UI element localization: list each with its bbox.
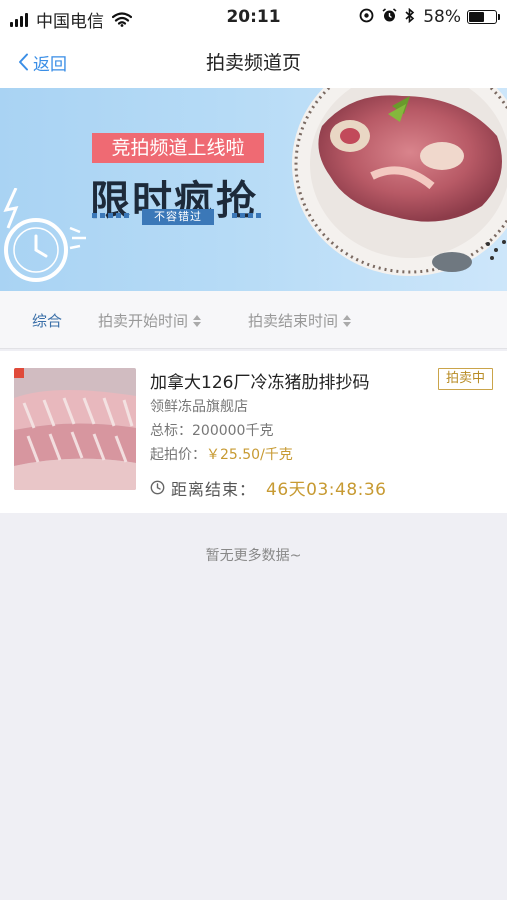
countdown-label: 距离结束： bbox=[171, 479, 257, 499]
alarm-icon bbox=[382, 7, 397, 27]
nav-bar: 返回 拍卖频道页 bbox=[0, 36, 507, 88]
battery-fill bbox=[469, 12, 485, 22]
sort-tab-label: 拍卖开始时间 bbox=[98, 312, 189, 330]
status-bar: 中国电信 20:11 58% bbox=[0, 0, 507, 36]
listing-countdown: 距离结束： 46天03:48:36 bbox=[150, 475, 387, 500]
battery-icon bbox=[467, 10, 500, 24]
countdown-value: 46天03:48:36 bbox=[266, 480, 387, 500]
sort-bar: 综合 拍卖开始时间 拍卖结束时间 bbox=[0, 291, 507, 349]
meat-plate-image bbox=[292, 88, 507, 276]
price-value: ￥25.50/千克 bbox=[206, 447, 293, 463]
listing-title: 加拿大126厂冷冻猪肋排抄码 bbox=[150, 373, 370, 393]
listing-shop: 领鲜冻品旗舰店 bbox=[150, 399, 248, 415]
total-label: 总标： bbox=[150, 423, 192, 439]
banner-dots-right bbox=[232, 213, 264, 218]
total-value: 200000千克 bbox=[192, 423, 274, 439]
listing-total: 总标：200000千克 bbox=[150, 420, 273, 440]
status-badge: 拍卖中 bbox=[437, 368, 493, 390]
banner-subtitle: 不容错过 bbox=[142, 209, 214, 225]
sort-tab-end-time[interactable]: 拍卖结束时间 bbox=[248, 310, 352, 331]
listing-start-price: 起拍价：￥25.50/千克 bbox=[150, 444, 293, 464]
sort-tab-start-time[interactable]: 拍卖开始时间 bbox=[98, 310, 202, 331]
alarm-clock-illustration bbox=[3, 188, 86, 282]
status-right: 58% bbox=[351, 7, 500, 27]
price-label: 起拍价： bbox=[150, 447, 206, 463]
sort-tab-label: 综合 bbox=[32, 312, 63, 330]
page-title: 拍卖频道页 bbox=[205, 52, 301, 74]
bluetooth-icon bbox=[405, 7, 415, 27]
product-image bbox=[14, 368, 136, 490]
banner-tag: 竞拍频道上线啦 bbox=[92, 133, 264, 163]
sort-arrows-icon bbox=[343, 314, 352, 328]
clock-icon bbox=[150, 480, 165, 495]
sort-tab-label: 拍卖结束时间 bbox=[248, 312, 339, 330]
sort-tab-comprehensive[interactable]: 综合 bbox=[32, 310, 62, 331]
auction-card[interactable]: 加拿大126厂冷冻猪肋排抄码 拍卖中 领鲜冻品旗舰店 总标：200000千克 起… bbox=[0, 351, 507, 513]
banner-dots-left bbox=[92, 213, 132, 218]
sort-arrows-icon bbox=[193, 314, 202, 328]
battery-percent: 58% bbox=[423, 7, 461, 27]
promo-banner[interactable]: 竞拍频道上线啦 限时疯抢 不容错过 bbox=[0, 88, 507, 291]
no-more-data-text: 暂无更多数据~ bbox=[205, 548, 302, 564]
location-icon bbox=[359, 8, 374, 27]
